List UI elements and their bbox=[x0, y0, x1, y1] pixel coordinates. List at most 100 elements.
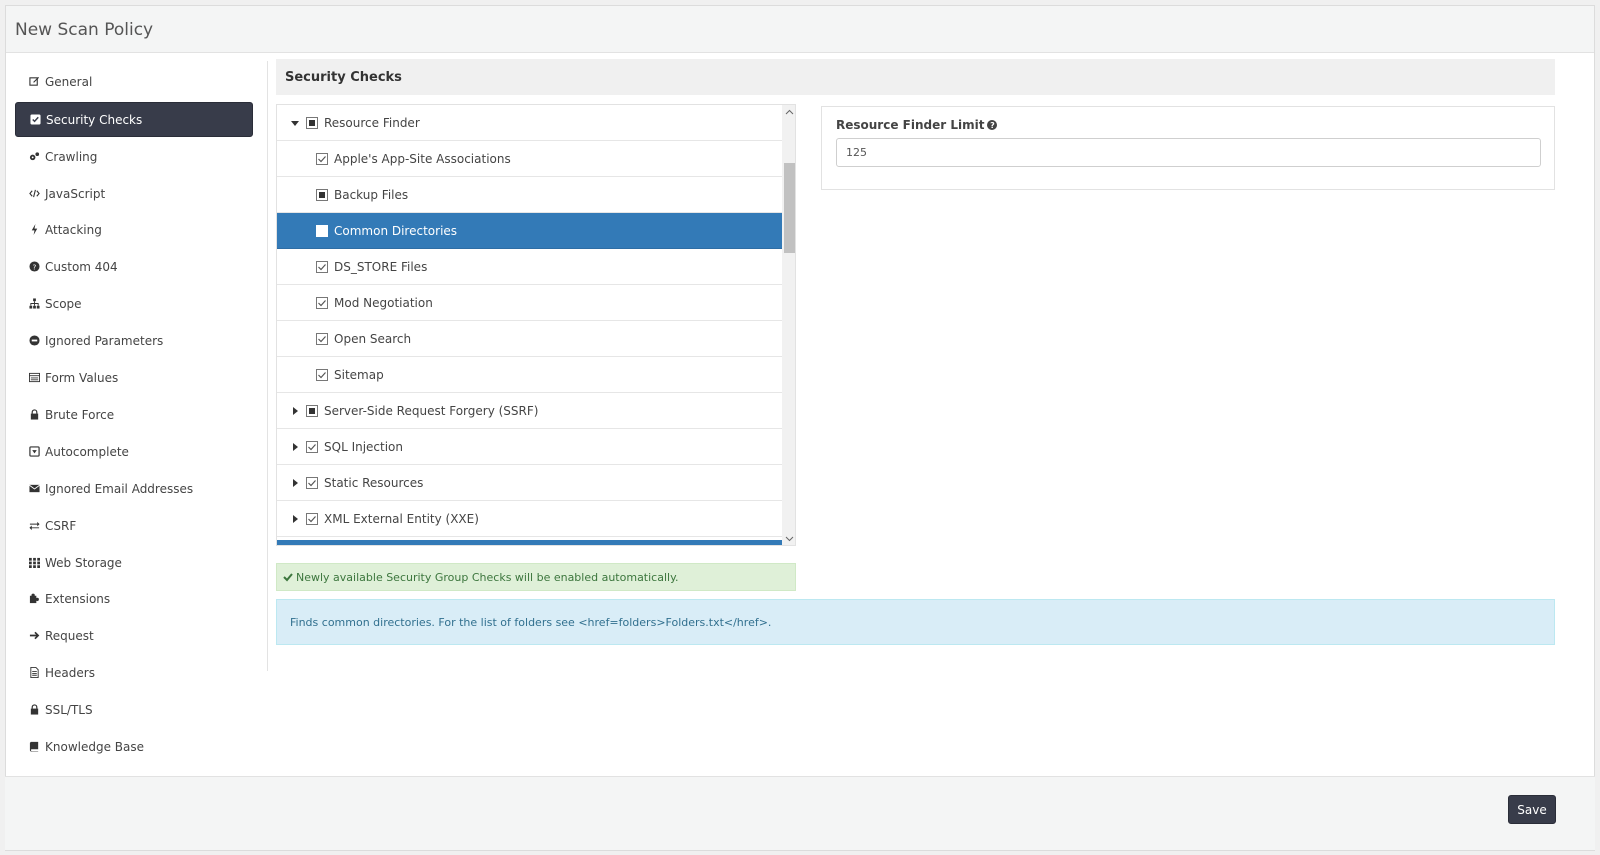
tree-checkbox[interactable] bbox=[306, 512, 318, 525]
tree-node-label: Mod Negotiation bbox=[334, 295, 433, 310]
info-message: Finds common directories. For the list o… bbox=[290, 615, 772, 629]
resource-finder-settings: Resource Finder Limit ? bbox=[821, 106, 1555, 190]
tree-checkbox[interactable] bbox=[316, 296, 328, 309]
tree-node-label: Resource Finder bbox=[324, 115, 420, 130]
tree-node-open-search[interactable]: Open Search bbox=[277, 321, 782, 357]
exchange-icon bbox=[28, 520, 40, 532]
save-button[interactable]: Save bbox=[1508, 795, 1556, 824]
tree-node-ds-store-files[interactable]: DS_STORE Files bbox=[277, 249, 782, 285]
sidebar-item-form-values[interactable]: Form Values bbox=[15, 360, 253, 395]
tree-checkbox[interactable] bbox=[316, 368, 328, 381]
footer-bar: Save bbox=[5, 776, 1595, 850]
success-message: Newly available Security Group Checks wi… bbox=[296, 570, 679, 584]
sidebar-item-brute-force[interactable]: Brute Force bbox=[15, 397, 253, 432]
tree-checkbox[interactable] bbox=[306, 404, 318, 417]
description-alert: Finds common directories. For the list o… bbox=[276, 599, 1555, 645]
tree-scrollbar[interactable] bbox=[782, 105, 795, 545]
window-title: New Scan Policy bbox=[15, 20, 154, 40]
security-checks-tree: Resource Finder Apple's App-Site Associa… bbox=[276, 104, 796, 546]
caret-right-icon[interactable] bbox=[290, 478, 300, 487]
sidebar-item-web-storage[interactable]: Web Storage bbox=[15, 545, 253, 580]
sidebar-item-crawling[interactable]: Crawling bbox=[15, 139, 253, 174]
sidebar-item-label: Request bbox=[45, 628, 94, 643]
tree-node-ssrf[interactable]: Server-Side Request Forgery (SSRF) bbox=[277, 393, 782, 429]
code-icon bbox=[28, 188, 40, 200]
tree-node-label: Open Search bbox=[334, 331, 412, 346]
limit-label-row: Resource Finder Limit ? bbox=[836, 118, 998, 132]
scroll-down-icon[interactable] bbox=[784, 533, 794, 543]
sidebar-item-ssl-tls[interactable]: SSL/TLS bbox=[15, 692, 253, 727]
tree-next-row-partial bbox=[277, 540, 782, 545]
sidebar-item-label: Web Storage bbox=[45, 555, 122, 570]
tree-node-mod-negotiation[interactable]: Mod Negotiation bbox=[277, 285, 782, 321]
help-icon[interactable]: ? bbox=[987, 120, 998, 130]
tree-node-xxe[interactable]: XML External Entity (XXE) bbox=[277, 501, 782, 537]
tree-checkbox[interactable] bbox=[316, 332, 328, 345]
resource-finder-limit-input[interactable] bbox=[836, 138, 1541, 167]
caret-right-icon[interactable] bbox=[290, 442, 300, 451]
sidebar-item-label: Form Values bbox=[45, 370, 119, 385]
tree-checkbox[interactable] bbox=[316, 260, 328, 273]
tree-node-label: Apple's App-Site Associations bbox=[334, 151, 511, 166]
tree-node-label: DS_STORE Files bbox=[334, 259, 428, 274]
sidebar-item-label: Ignored Parameters bbox=[45, 333, 164, 348]
sidebar-item-knowledge-base[interactable]: Knowledge Base bbox=[15, 729, 253, 764]
sidebar-item-attacking[interactable]: Attacking bbox=[15, 212, 253, 247]
sidebar-item-javascript[interactable]: JavaScript bbox=[15, 176, 253, 211]
tree-node-label: Server-Side Request Forgery (SSRF) bbox=[324, 403, 539, 418]
arrow-right-icon bbox=[28, 630, 40, 642]
tree-node-backup-files[interactable]: Backup Files bbox=[277, 177, 782, 213]
caret-right-icon[interactable] bbox=[290, 514, 300, 523]
sidebar-item-label: SSL/TLS bbox=[45, 702, 93, 717]
sidebar-item-label: JavaScript bbox=[45, 186, 106, 201]
tree-checkbox[interactable] bbox=[306, 116, 318, 129]
scroll-up-icon[interactable] bbox=[784, 107, 794, 117]
sidebar-item-security-checks[interactable]: Security Checks bbox=[15, 102, 253, 137]
sidebar-item-ignored-email-addresses[interactable]: Ignored Email Addresses bbox=[15, 471, 253, 506]
tree-node-sitemap[interactable]: Sitemap bbox=[277, 357, 782, 393]
caret-right-icon[interactable] bbox=[290, 406, 300, 415]
book-icon bbox=[28, 741, 40, 753]
sidebar-item-extensions[interactable]: Extensions bbox=[15, 581, 253, 616]
tree-checkbox[interactable] bbox=[316, 152, 328, 165]
tree-node-apple-app-site[interactable]: Apple's App-Site Associations bbox=[277, 141, 782, 177]
tree-checkbox[interactable] bbox=[306, 440, 318, 453]
title-bar: New Scan Policy bbox=[6, 6, 1594, 53]
check-icon bbox=[283, 572, 293, 582]
bolt-icon bbox=[28, 224, 40, 236]
tree-checkbox[interactable] bbox=[316, 224, 328, 237]
tree-checkbox[interactable] bbox=[306, 476, 318, 489]
tree-node-resource-finder[interactable]: Resource Finder bbox=[277, 105, 782, 141]
minus-circle-icon bbox=[28, 335, 40, 347]
sidebar-item-label: General bbox=[45, 74, 93, 89]
sidebar-item-scope[interactable]: Scope bbox=[15, 286, 253, 321]
scrollbar-thumb[interactable] bbox=[784, 163, 795, 253]
sidebar-item-label: Attacking bbox=[45, 222, 102, 237]
sidebar-item-label: Scope bbox=[45, 296, 82, 311]
sidebar-item-request[interactable]: Request bbox=[15, 618, 253, 653]
tree-node-static-resources[interactable]: Static Resources bbox=[277, 465, 782, 501]
sidebar-item-custom-404[interactable]: ? Custom 404 bbox=[15, 249, 253, 284]
tree-node-label: Sitemap bbox=[334, 367, 384, 382]
sidebar-item-label: Crawling bbox=[45, 149, 98, 164]
sidebar-item-headers[interactable]: Headers bbox=[15, 655, 253, 690]
caret-down-icon[interactable] bbox=[290, 119, 300, 127]
tree-node-label: XML External Entity (XXE) bbox=[324, 511, 479, 526]
sidebar-item-csrf[interactable]: CSRF bbox=[15, 508, 253, 543]
file-icon bbox=[28, 667, 40, 679]
sidebar-item-autocomplete[interactable]: Autocomplete bbox=[15, 434, 253, 469]
tree-node-common-directories[interactable]: Common Directories bbox=[277, 213, 782, 249]
lock-icon bbox=[28, 704, 40, 716]
tree-node-sql-injection[interactable]: SQL Injection bbox=[277, 429, 782, 465]
success-alert: Newly available Security Group Checks wi… bbox=[276, 563, 796, 591]
sidebar-item-general[interactable]: General bbox=[15, 64, 253, 99]
sidebar-item-label: Ignored Email Addresses bbox=[45, 481, 194, 496]
sidebar-item-label: Extensions bbox=[45, 591, 111, 606]
tree-checkbox[interactable] bbox=[316, 188, 328, 201]
lock-icon bbox=[28, 409, 40, 421]
sidebar-item-label: Headers bbox=[45, 665, 95, 680]
section-title: Security Checks bbox=[285, 69, 402, 85]
sidebar-item-ignored-parameters[interactable]: Ignored Parameters bbox=[15, 323, 253, 358]
limit-label: Resource Finder Limit bbox=[836, 118, 985, 132]
gears-icon bbox=[28, 151, 40, 163]
